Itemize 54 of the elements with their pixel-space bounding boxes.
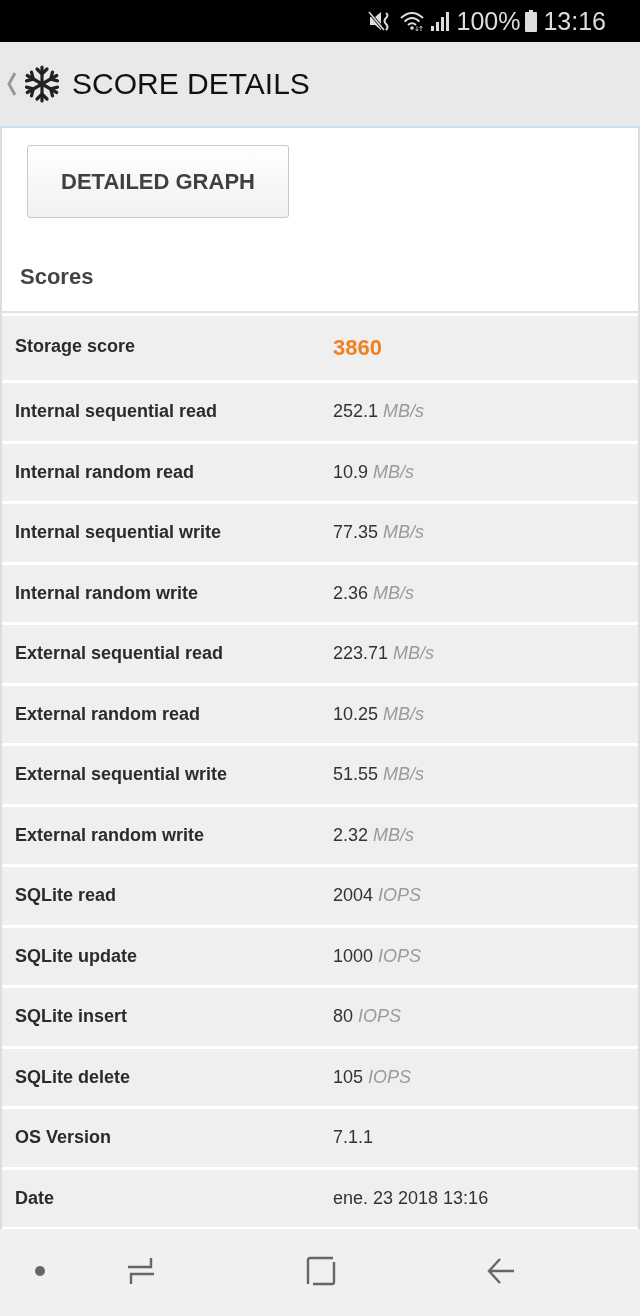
row-value: 10.9 [333,461,369,483]
row-label: External sequential write [15,764,229,786]
dot-icon[interactable] [35,1265,45,1276]
row-value: 2.36 [333,582,369,604]
row-label: Internal sequential write [15,522,223,544]
unit-label: MB/s [373,461,415,483]
row-label: Internal random read [15,461,196,483]
row-label: Storage score [15,336,137,357]
row-label: SQLite insert [15,1006,129,1028]
row-label: SQLite delete [15,1066,132,1088]
row-label: Internal random write [15,582,200,604]
status-time: 13:16 [543,6,606,36]
snowflake-icon [22,64,62,104]
row-label: External sequential read [15,643,225,665]
unit-label: MB/s [373,824,415,846]
row-value: ene. 23 2018 13:16 [333,1187,489,1209]
row-value: 7.1.1 [333,1127,374,1149]
row-value: 51.55 [333,764,379,786]
row-value: 2.32 [333,824,369,846]
unit-label: MB/s [383,703,425,725]
unit-label: MB/s [383,401,425,423]
recent-apps-icon[interactable] [126,1255,156,1286]
row-value: 80 [333,1006,354,1028]
row-value: 252.1 [333,401,379,423]
row-label: External random write [15,824,206,846]
row-value: 223.71 [333,643,389,665]
unit-label: MB/s [383,522,425,544]
row-value: 10.25 [333,703,379,725]
battery-percent: 100% [456,6,521,36]
row-value: 2004 [333,885,374,907]
unit-label: IOPS [378,885,422,907]
wifi-icon [400,11,425,31]
section-heading: Scores [20,264,94,290]
row-value: 105 [333,1066,364,1088]
row-value: 3860 [333,335,382,361]
home-icon[interactable] [306,1255,336,1286]
row-label: Date [15,1187,55,1209]
unit-label: MB/s [393,643,435,665]
unit-label: IOPS [378,945,422,967]
unit-label: IOPS [358,1006,402,1028]
detailed-graph-button[interactable]: DETAILED GRAPH [27,145,289,218]
unit-label: MB/s [383,764,425,786]
row-label: OS Version [15,1127,113,1149]
row-label: Internal sequential read [15,401,219,423]
battery-icon [525,10,538,32]
signal-icon [430,11,451,31]
page-title: SCORE DETAILS [72,67,310,101]
row-label: External random read [15,703,202,725]
row-value: 77.35 [333,522,379,544]
row-label: SQLite read [15,885,118,907]
row-value: 1000 [333,945,374,967]
unit-label: IOPS [368,1066,412,1088]
row-label: SQLite update [15,945,138,967]
unit-label: MB/s [373,582,415,604]
